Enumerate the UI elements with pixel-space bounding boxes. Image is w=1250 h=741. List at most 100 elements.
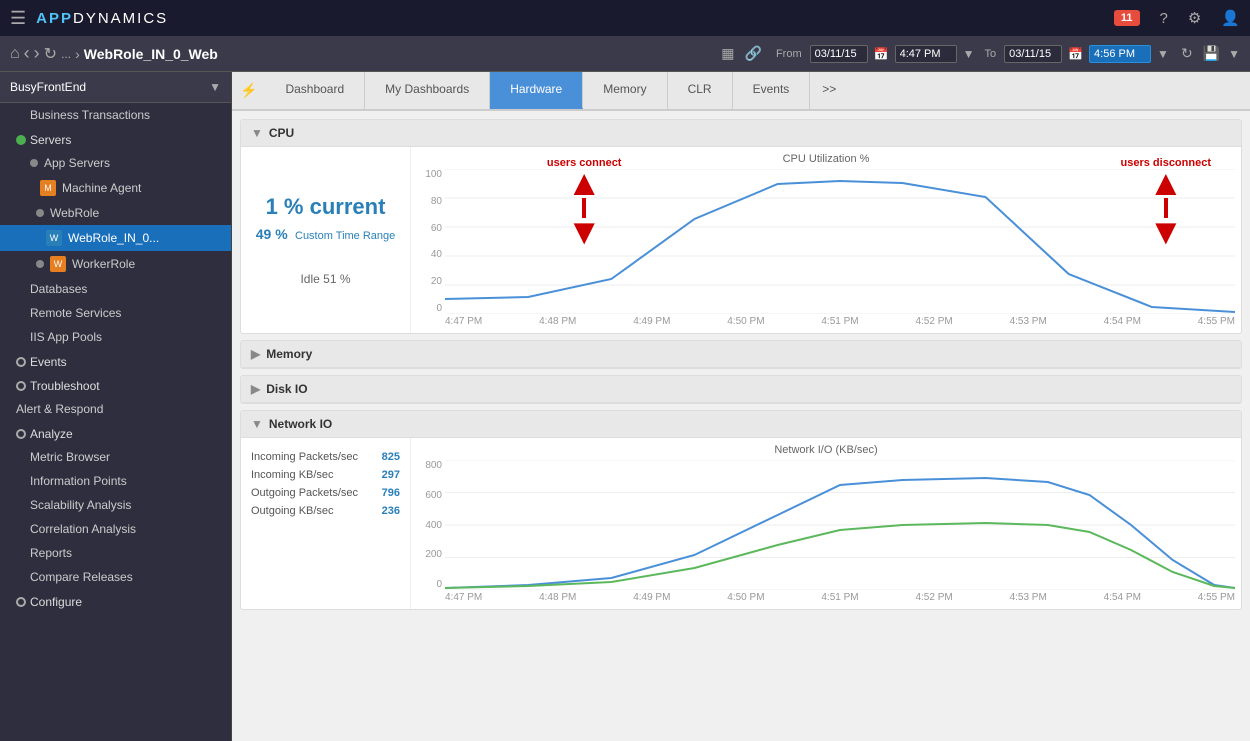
cpu-y-20: 20: [417, 276, 442, 287]
disk-panel: ▶ Disk IO: [240, 375, 1242, 404]
net-x-8: 4:55 PM: [1198, 592, 1235, 603]
cpu-panel: ▼ CPU 1 % current 49 % Custom Time Range…: [240, 119, 1242, 334]
reload-icon[interactable]: ↻: [1181, 45, 1193, 62]
app-servers-dot: [30, 159, 38, 167]
cpu-y-60: 60: [417, 223, 442, 234]
configure-dot: [16, 597, 26, 607]
webrole-dot: [36, 209, 44, 217]
sidebar-item-configure[interactable]: Configure: [0, 589, 231, 613]
tab-clr[interactable]: CLR: [668, 72, 733, 109]
net-x-1: 4:48 PM: [539, 592, 576, 603]
sidebar-item-analyze[interactable]: Analyze: [0, 421, 231, 445]
tab-memory[interactable]: Memory: [583, 72, 667, 109]
sidebar-item-events[interactable]: Events: [0, 349, 231, 373]
cpu-chart-svg: [445, 169, 1235, 314]
app-logo: APPDYNAMICS: [36, 10, 168, 27]
home-icon[interactable]: ⌂: [10, 45, 20, 63]
cpu-range-label: Custom Time Range: [295, 230, 395, 242]
sidebar-item-machine-agent[interactable]: M Machine Agent: [0, 175, 231, 201]
notification-badge[interactable]: 11: [1114, 10, 1140, 26]
disk-collapse-icon: ▶: [251, 382, 260, 396]
sidebar-item-information-points[interactable]: Information Points: [0, 469, 231, 493]
settings-icon[interactable]: ⚙: [1188, 9, 1201, 27]
sidebar-item-databases[interactable]: Databases: [0, 277, 231, 301]
sidebar-item-workerrole[interactable]: W WorkerRole: [0, 251, 231, 277]
sidebar-app-name: BusyFrontEnd: [10, 80, 209, 94]
from-time-input[interactable]: [895, 45, 957, 63]
from-label: From: [776, 48, 802, 60]
sidebar-item-app-servers[interactable]: App Servers: [0, 151, 231, 175]
hamburger-icon[interactable]: ☰: [10, 8, 26, 29]
cpu-x-4: 4:51 PM: [821, 316, 858, 327]
sidebar-item-webrole-in-0[interactable]: W WebRole_IN_0...: [0, 225, 231, 251]
sidebar-item-reports[interactable]: Reports: [0, 541, 231, 565]
network-chart-area: Network I/O (KB/sec) 800 600 400 200 0: [411, 438, 1241, 609]
tab-dashboard[interactable]: Dashboard: [265, 72, 365, 109]
sidebar-app-arrow: ▼: [209, 80, 221, 94]
network-section-body: Incoming Packets/sec 825 Incoming KB/sec…: [241, 438, 1241, 609]
cpu-chart-area: CPU Utilization % 100 80 60 40 20 0: [411, 147, 1241, 333]
net-y-200: 200: [417, 549, 442, 560]
disk-section-header[interactable]: ▶ Disk IO: [241, 376, 1241, 403]
cpu-x-1: 4:48 PM: [539, 316, 576, 327]
workerrole-dot: [36, 260, 44, 268]
sidebar-item-alert-respond[interactable]: Alert & Respond: [0, 397, 231, 421]
tab-hardware[interactable]: Hardware: [490, 72, 583, 109]
workerrole-icon: W: [50, 256, 66, 272]
cpu-section-header[interactable]: ▼ CPU: [241, 120, 1241, 147]
to-date-input[interactable]: [1004, 45, 1062, 63]
network-section-header[interactable]: ▼ Network IO: [241, 411, 1241, 438]
tab-my-dashboards[interactable]: My Dashboards: [365, 72, 490, 109]
network-stats: Incoming Packets/sec 825 Incoming KB/sec…: [241, 438, 411, 609]
sidebar-item-troubleshoot[interactable]: Troubleshoot: [0, 373, 231, 397]
help-icon[interactable]: ?: [1160, 10, 1168, 27]
cpu-y-100: 100: [417, 169, 442, 180]
to-time-dropdown-icon[interactable]: ▼: [1157, 47, 1169, 61]
sidebar-app-header[interactable]: BusyFrontEnd ▼: [0, 72, 231, 103]
webrole-in-0-icon: W: [46, 230, 62, 246]
sidebar-item-servers[interactable]: Servers: [0, 127, 231, 151]
sidebar-item-correlation-analysis[interactable]: Correlation Analysis: [0, 517, 231, 541]
net-stat-incoming-kb: Incoming KB/sec 297: [251, 466, 400, 484]
cpu-y-40: 40: [417, 249, 442, 260]
net-stat-outgoing-kb: Outgoing KB/sec 236: [251, 502, 400, 520]
time-dropdown-icon[interactable]: ▼: [963, 47, 975, 61]
panels-container: ▼ CPU 1 % current 49 % Custom Time Range…: [232, 111, 1250, 741]
sidebar-item-remote-services[interactable]: Remote Services: [0, 301, 231, 325]
from-cal-icon[interactable]: 📅: [874, 47, 889, 61]
net-x-2: 4:49 PM: [633, 592, 670, 603]
cpu-x-8: 4:55 PM: [1198, 316, 1235, 327]
nav-dropdown-icon[interactable]: ▼: [1228, 47, 1240, 61]
sidebar-item-scalability-analysis[interactable]: Scalability Analysis: [0, 493, 231, 517]
memory-section-header[interactable]: ▶ Memory: [241, 341, 1241, 368]
sidebar-item-business-transactions[interactable]: Business Transactions: [0, 103, 231, 127]
sidebar-item-webrole[interactable]: WebRole: [0, 201, 231, 225]
to-cal-icon[interactable]: 📅: [1068, 47, 1083, 61]
back-icon[interactable]: ‹: [24, 43, 30, 64]
share-link-icon[interactable]: 🔗: [745, 45, 762, 62]
memory-title: Memory: [266, 347, 312, 361]
troubleshoot-dot: [16, 381, 26, 391]
more-icon[interactable]: ...: [61, 47, 71, 61]
cpu-x-5: 4:52 PM: [915, 316, 952, 327]
page-title: WebRole_IN_0_Web: [84, 46, 218, 62]
sidebar-item-iis-app-pools[interactable]: IIS App Pools: [0, 325, 231, 349]
sidebar-item-metric-browser[interactable]: Metric Browser: [0, 445, 231, 469]
from-date-input[interactable]: [810, 45, 868, 63]
cpu-section-body: 1 % current 49 % Custom Time Range Idle …: [241, 147, 1241, 333]
tab-events[interactable]: Events: [733, 72, 811, 109]
forward-icon[interactable]: ›: [34, 43, 40, 64]
to-time-input[interactable]: [1089, 45, 1151, 63]
save-icon[interactable]: 💾: [1203, 45, 1220, 62]
servers-dot: [16, 135, 26, 145]
tab-more[interactable]: >>: [810, 72, 848, 109]
refresh-icon[interactable]: ↻: [44, 44, 57, 64]
grid-view-icon[interactable]: ▦: [721, 45, 734, 62]
main-layout: BusyFrontEnd ▼ Business Transactions Ser…: [0, 72, 1250, 741]
net-stat-outgoing-packets: Outgoing Packets/sec 796: [251, 484, 400, 502]
sidebar-item-compare-releases[interactable]: Compare Releases: [0, 565, 231, 589]
user-icon[interactable]: 👤: [1221, 9, 1240, 27]
cpu-y-80: 80: [417, 196, 442, 207]
to-label: To: [984, 48, 996, 60]
net-stat-incoming-packets: Incoming Packets/sec 825: [251, 448, 400, 466]
